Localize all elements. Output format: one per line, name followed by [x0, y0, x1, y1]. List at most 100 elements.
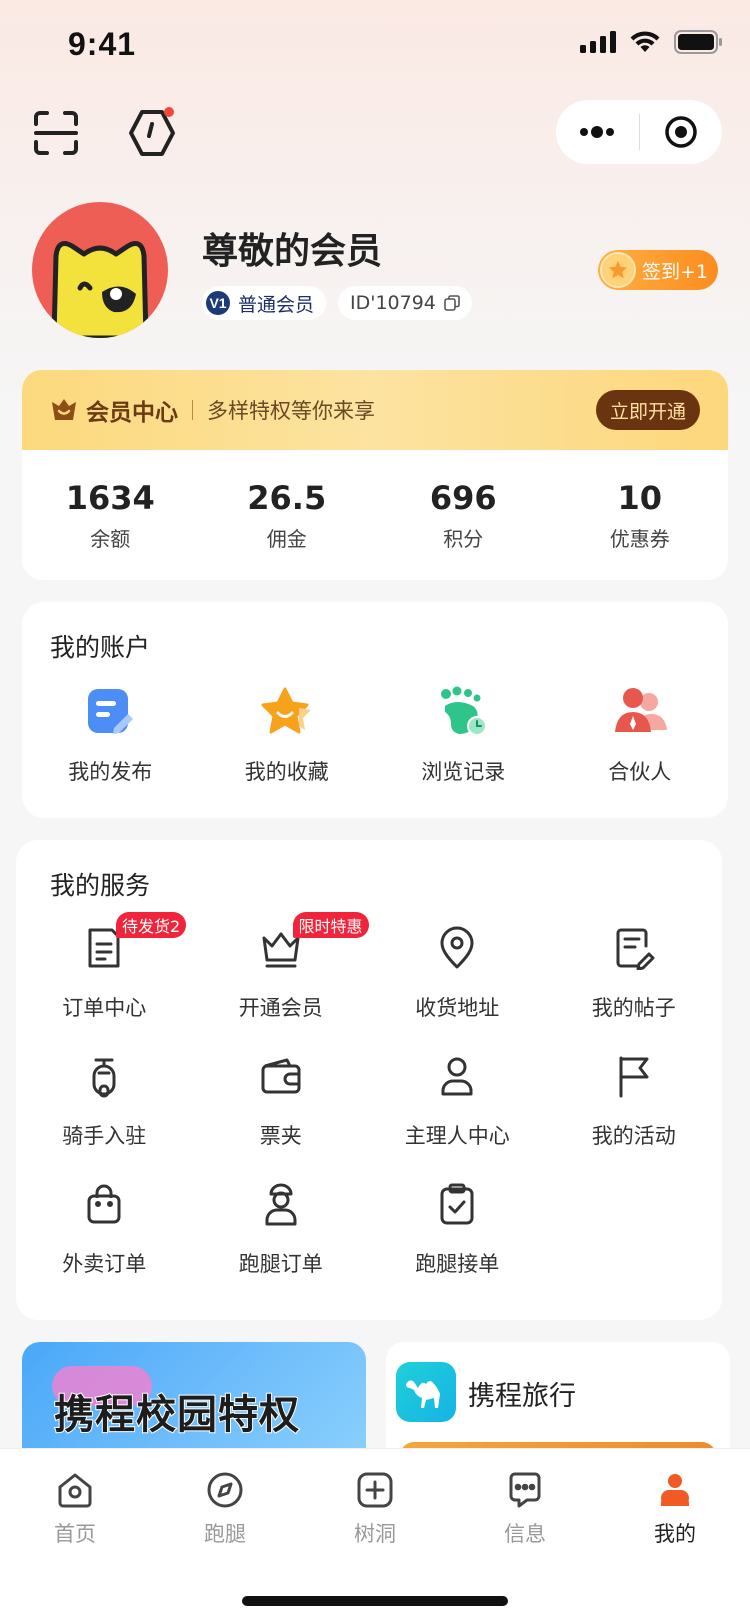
tab-treehole[interactable]: 树洞 — [300, 1449, 450, 1569]
checkin-label: 签到+1 — [642, 260, 709, 283]
person-icon — [427, 1046, 487, 1106]
level-label: 普通会员 — [238, 293, 315, 316]
plus-square-icon — [357, 1472, 393, 1508]
user-id-badge[interactable]: ID'10794 — [338, 286, 472, 320]
message-icon — [509, 1472, 541, 1508]
ctrip-name: 携程旅行 — [468, 1381, 576, 1412]
edit-doc-icon — [80, 682, 140, 742]
account-title: 我的账户 — [50, 633, 151, 662]
service-ticket-wallet[interactable]: 票夹 — [193, 1046, 370, 1150]
crown-shield-icon — [52, 399, 76, 420]
user-id: ID'10794 — [350, 292, 436, 314]
tab-bar: 首页 跑腿 树洞 信息 我的 — [0, 1448, 750, 1624]
services-row-1: 待发货2 订单中心 限时特惠 开通会员 收货地址 我的帖子 — [16, 912, 723, 1022]
checkin-button[interactable]: 签到+1 — [598, 250, 718, 290]
stat-label: 佣金 — [266, 526, 307, 551]
service-label: 主理人中心 — [404, 1124, 510, 1148]
member-banner[interactable]: 会员中心 多样特权等你来享 立即开通 — [22, 370, 728, 450]
scan-icon[interactable] — [28, 105, 84, 161]
account-item-label: 浏览记录 — [421, 760, 506, 784]
member-divider — [192, 400, 193, 420]
copy-icon[interactable] — [444, 295, 460, 311]
member-level-badge[interactable]: V1 普通会员 — [202, 286, 327, 320]
service-label: 骑手入驻 — [62, 1124, 147, 1148]
close-target-icon[interactable] — [640, 100, 723, 164]
flag-icon — [604, 1046, 664, 1106]
stat-label: 余额 — [90, 526, 131, 551]
member-card: 会员中心 多样特权等你来享 立即开通 1634 余额 26.5 佣金 696 积… — [22, 370, 728, 580]
settings-icon[interactable] — [124, 105, 180, 161]
tab-label: 首页 — [54, 1522, 96, 1546]
clipboard-check-icon — [427, 1174, 487, 1234]
service-label: 开通会员 — [238, 996, 323, 1020]
tab-label: 跑腿 — [204, 1522, 246, 1546]
service-label: 跑腿接单 — [415, 1252, 500, 1276]
star-medal-icon — [600, 252, 636, 288]
service-label: 收货地址 — [415, 996, 500, 1020]
limited-offer-tag: 限时特惠 — [292, 912, 369, 938]
service-label: 外卖订单 — [62, 1252, 147, 1276]
avatar[interactable] — [32, 202, 168, 338]
ctrip-promo-card[interactable]: 携程旅行 — [386, 1342, 730, 1462]
service-label: 我的活动 — [591, 1124, 676, 1148]
status-time: 9:41 — [68, 26, 137, 62]
ctrip-camel-icon — [396, 1362, 456, 1422]
services-title: 我的服务 — [50, 871, 151, 900]
services-row-3: 外卖订单 跑腿订单 跑腿接单 — [16, 1174, 722, 1278]
services-row-2: 骑手入驻 票夹 主理人中心 我的活动 — [16, 1046, 722, 1150]
scooter-icon — [74, 1046, 134, 1106]
services-card: 我的服务 待发货2 订单中心 限时特惠 开通会员 收货地址 我的帖子 骑手入驻 … — [16, 840, 722, 1320]
service-label: 我的帖子 — [591, 996, 676, 1020]
bag-icon — [74, 1174, 134, 1234]
home-icon — [58, 1473, 92, 1508]
stat-coupons[interactable]: 10 优惠券 — [552, 450, 729, 580]
level-icon: V1 — [206, 291, 230, 315]
service-errand-accept[interactable]: 跑腿接单 — [369, 1174, 546, 1278]
pending-ship-tag: 待发货2 — [116, 912, 187, 938]
wifi-icon — [630, 31, 660, 52]
open-member-button[interactable]: 立即开通 — [595, 390, 700, 430]
service-errand-orders[interactable]: 跑腿订单 — [193, 1174, 370, 1278]
stat-balance[interactable]: 1634 余额 — [22, 450, 199, 580]
tab-label: 信息 — [504, 1522, 546, 1546]
account-item-posts[interactable]: 我的发布 — [22, 682, 199, 786]
courier-icon — [251, 1174, 311, 1234]
tab-label: 我的 — [654, 1522, 696, 1546]
wallet-icon — [251, 1046, 311, 1106]
account-item-favorites[interactable]: 我的收藏 — [199, 682, 376, 786]
partner-icon — [610, 682, 670, 742]
account-item-label: 我的收藏 — [244, 760, 329, 784]
service-takeout-orders[interactable]: 外卖订单 — [16, 1174, 193, 1278]
star-icon — [257, 682, 317, 742]
service-label: 订单中心 — [62, 996, 147, 1020]
service-rider-join[interactable]: 骑手入驻 — [16, 1046, 193, 1150]
service-order-center[interactable]: 待发货2 订单中心 — [16, 912, 193, 1022]
account-item-history[interactable]: 浏览记录 — [375, 682, 552, 786]
footprint-icon — [433, 682, 493, 742]
tab-messages[interactable]: 信息 — [450, 1449, 600, 1569]
stat-value: 10 — [617, 478, 663, 517]
stat-commission[interactable]: 26.5 佣金 — [199, 450, 376, 580]
tab-errand[interactable]: 跑腿 — [150, 1449, 300, 1569]
stat-points[interactable]: 696 积分 — [375, 450, 552, 580]
mini-program-capsule — [556, 100, 722, 164]
tab-label: 树洞 — [354, 1522, 396, 1546]
service-label: 跑腿订单 — [238, 1252, 323, 1276]
account-item-label: 我的发布 — [68, 760, 153, 784]
service-address[interactable]: 收货地址 — [369, 918, 546, 1022]
member-center-title: 会员中心 — [86, 400, 178, 426]
more-icon[interactable] — [556, 100, 639, 164]
status-icons — [580, 30, 722, 54]
service-open-member[interactable]: 限时特惠 开通会员 — [193, 912, 370, 1022]
campus-promo-text: 携程校园特权 — [53, 1391, 300, 1439]
stat-value: 1634 — [65, 478, 155, 517]
account-card: 我的账户 我的发布 我的收藏 浏览记录 合伙人 — [22, 602, 728, 818]
service-host-center[interactable]: 主理人中心 — [369, 1046, 546, 1150]
tab-mine[interactable]: 我的 — [600, 1449, 750, 1569]
tab-home[interactable]: 首页 — [0, 1449, 150, 1569]
stat-value: 696 — [429, 478, 497, 517]
campus-promo-banner[interactable]: 携程校园特权 — [22, 1342, 366, 1462]
service-my-activities[interactable]: 我的活动 — [546, 1046, 723, 1150]
service-my-posts[interactable]: 我的帖子 — [546, 918, 723, 1022]
account-item-partner[interactable]: 合伙人 — [552, 682, 729, 786]
